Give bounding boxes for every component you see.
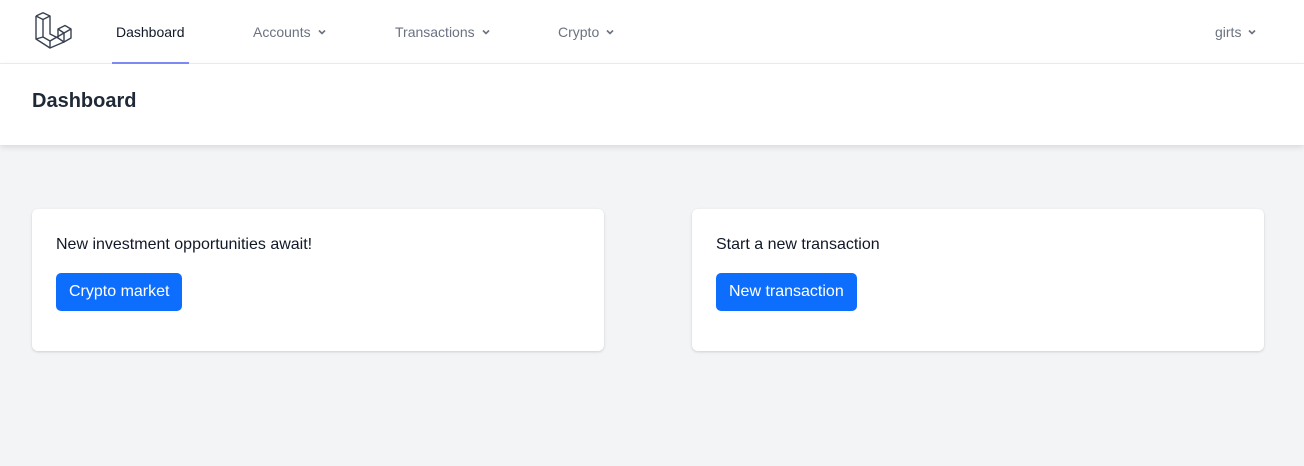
nav-crypto[interactable]: Crypto <box>558 0 615 64</box>
chevron-down-icon <box>482 29 490 35</box>
laravel-logo-icon[interactable] <box>34 12 72 50</box>
new-transaction-button[interactable]: New transaction <box>716 273 857 311</box>
nav-accounts[interactable]: Accounts <box>253 0 327 64</box>
transaction-card: Start a new transaction New transaction <box>692 209 1264 351</box>
chevron-down-icon <box>1248 29 1257 35</box>
crypto-card: New investment opportunities await! Cryp… <box>32 209 604 351</box>
card-message: Start a new transaction <box>716 236 880 253</box>
page-title: Dashboard <box>32 90 137 112</box>
user-name: girts <box>1215 24 1242 40</box>
chevron-down-icon <box>318 29 326 35</box>
user-menu[interactable]: girts <box>1215 0 1257 64</box>
crypto-market-button[interactable]: Crypto market <box>56 273 183 311</box>
chevron-down-icon <box>606 29 614 35</box>
nav-transactions[interactable]: Transactions <box>395 0 491 64</box>
nav-accounts-label: Accounts <box>253 24 311 40</box>
card-message: New investment opportunities await! <box>56 236 313 253</box>
top-navigation: Dashboard Accounts Transactions Crypto g… <box>0 0 1304 64</box>
nav-dashboard-label: Dashboard <box>116 24 185 40</box>
nav-dashboard[interactable]: Dashboard <box>112 0 189 64</box>
nav-transactions-label: Transactions <box>395 24 475 40</box>
page-header: Dashboard <box>0 64 1304 145</box>
nav-crypto-label: Crypto <box>558 24 600 40</box>
